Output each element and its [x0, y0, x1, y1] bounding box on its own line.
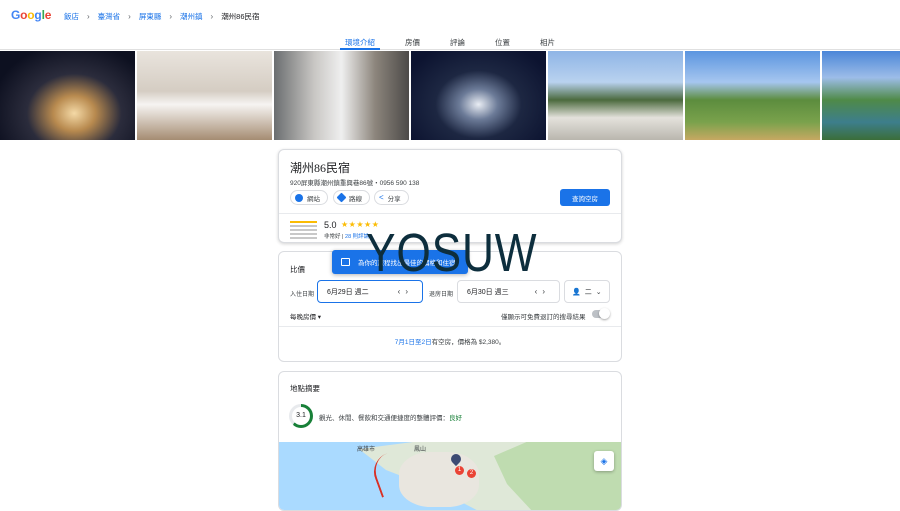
rating-score: 5.0	[324, 220, 337, 230]
map-label-kaohsiung: 高雄市	[357, 447, 376, 453]
google-logo[interactable]: Google	[11, 8, 51, 22]
checkout-label: 退房日期	[429, 292, 454, 298]
tab-overview[interactable]: 環境介紹	[330, 33, 390, 50]
tab-prices[interactable]: 房價	[390, 33, 435, 49]
photo-building-night[interactable]	[411, 51, 546, 140]
breadcrumb: 飯店 › 臺灣省 › 屏東縣 › 潮州鎮 › 潮州86民宿	[64, 11, 260, 22]
tab-location[interactable]: 位置	[480, 33, 525, 49]
divider	[279, 326, 621, 327]
location-description: 觀光、休閒、餐飲和交通便捷度的整體評價：良好	[319, 412, 462, 422]
watermark-text: YOSUW	[366, 223, 538, 283]
recenter-icon[interactable]: ◈	[594, 451, 614, 471]
logo-letter: g	[34, 8, 42, 22]
per-night-label: 每晚房價	[290, 314, 316, 321]
location-description-text: 觀光、休閒、餐飲和交通便捷度的整體評價：	[319, 415, 449, 422]
hotel-name: 潮州86民宿	[290, 161, 351, 175]
checkin-date-value: 6月29日 週二	[327, 288, 369, 296]
rating-histogram	[290, 221, 317, 241]
guests-selector[interactable]: 👤 二 ⌄	[564, 280, 610, 303]
calendar-icon	[341, 258, 350, 266]
photo-balcony[interactable]	[548, 51, 683, 140]
share-icon: <	[379, 193, 384, 202]
directions-button[interactable]: 路線	[333, 190, 370, 205]
chevron-right-icon: ›	[87, 12, 90, 21]
website-label: 網站	[307, 195, 320, 203]
chevron-right-icon: ›	[128, 12, 131, 21]
chevron-down-icon: ⌄	[595, 288, 602, 296]
tab-reviews[interactable]: 評論	[435, 33, 480, 49]
person-icon: 👤	[572, 288, 581, 296]
photo-exterior-night[interactable]	[0, 51, 135, 140]
directions-icon	[336, 192, 347, 203]
directions-label: 路線	[349, 195, 362, 203]
availability-price: 有空房，價格為 $2,380。	[431, 339, 506, 346]
logo-letter: e	[44, 8, 52, 22]
availability-text: 7月1日至2日有空房，價格為 $2,380。	[279, 336, 621, 346]
location-score: 3.1	[296, 412, 306, 419]
location-section-title: 地點摘要	[290, 384, 320, 393]
rating-summary: 非常好 | 28 則評論	[324, 234, 370, 240]
breadcrumb-current: 潮州86民宿	[221, 12, 260, 21]
photo-strip	[0, 51, 900, 140]
guests-value: 二	[584, 288, 592, 296]
breadcrumb-county[interactable]: 屏東縣	[139, 11, 162, 22]
breadcrumb-town[interactable]: 潮州鎮	[180, 11, 203, 22]
breadcrumb-province[interactable]: 臺灣省	[98, 11, 121, 22]
photo-bathroom[interactable]	[274, 51, 409, 140]
divider	[279, 213, 621, 214]
tab-bar: 環境介紹 房價 評論 位置 相片	[0, 33, 900, 50]
availability-dates-link[interactable]: 7月1日至2日	[395, 339, 432, 346]
photo-bedroom[interactable]	[137, 51, 272, 140]
top-bar: Google 飯店 › 臺灣省 › 屏東縣 › 潮州鎮 › 潮州86民宿	[0, 0, 900, 32]
location-rating-word: 良好	[449, 415, 462, 422]
map-label-fengshan: 鳳山	[414, 447, 427, 453]
share-label: 分享	[387, 195, 401, 203]
check-availability-button[interactable]: 查詢空房	[560, 189, 610, 206]
hotel-address: 920屏東縣潮州鎮重興巷86號・0956 590 138	[290, 180, 420, 187]
checkin-date-field[interactable]: 6月29日 週二 ‹›	[317, 280, 423, 303]
photo-garden[interactable]	[685, 51, 820, 140]
map-marker-icon[interactable]: 2	[467, 469, 476, 478]
checkout-date-value: 6月30日 週三	[467, 288, 509, 296]
globe-icon	[295, 193, 303, 202]
date-nav-arrows-icon[interactable]: ‹›	[398, 287, 413, 296]
share-button[interactable]: < 分享	[374, 190, 409, 205]
map-marker-icon[interactable]: 1	[455, 466, 464, 475]
location-summary-card: 地點摘要 3.1 觀光、休閒、餐飲和交通便捷度的整體評價：良好 高雄市 鳳山 1…	[278, 371, 622, 511]
logo-letter: o	[27, 8, 35, 22]
free-cancel-toggle[interactable]	[592, 308, 610, 319]
photo-pond[interactable]	[822, 51, 900, 140]
logo-letter: o	[20, 8, 28, 22]
website-button[interactable]: 網站	[290, 190, 328, 205]
date-nav-arrows-icon[interactable]: ‹›	[535, 287, 550, 296]
tab-photos[interactable]: 相片	[525, 33, 570, 49]
chevron-right-icon: ›	[210, 12, 214, 21]
free-cancel-label: 僅顯示可免費退訂的搜尋結果	[501, 314, 586, 321]
checkout-date-field[interactable]: 6月30日 週三 ‹›	[457, 280, 560, 303]
rating-word: 非常好	[324, 234, 341, 240]
location-map[interactable]: 高雄市 鳳山 1 2 ◈	[279, 442, 621, 510]
logo-letter: G	[11, 8, 21, 22]
checkin-label: 入住日期	[290, 292, 315, 298]
breadcrumb-hotels[interactable]: 飯店	[64, 11, 79, 22]
price-section-title: 比價	[290, 265, 305, 274]
per-night-dropdown[interactable]: 每晚房價 ▾	[290, 311, 321, 321]
chevron-right-icon: ›	[169, 12, 173, 21]
